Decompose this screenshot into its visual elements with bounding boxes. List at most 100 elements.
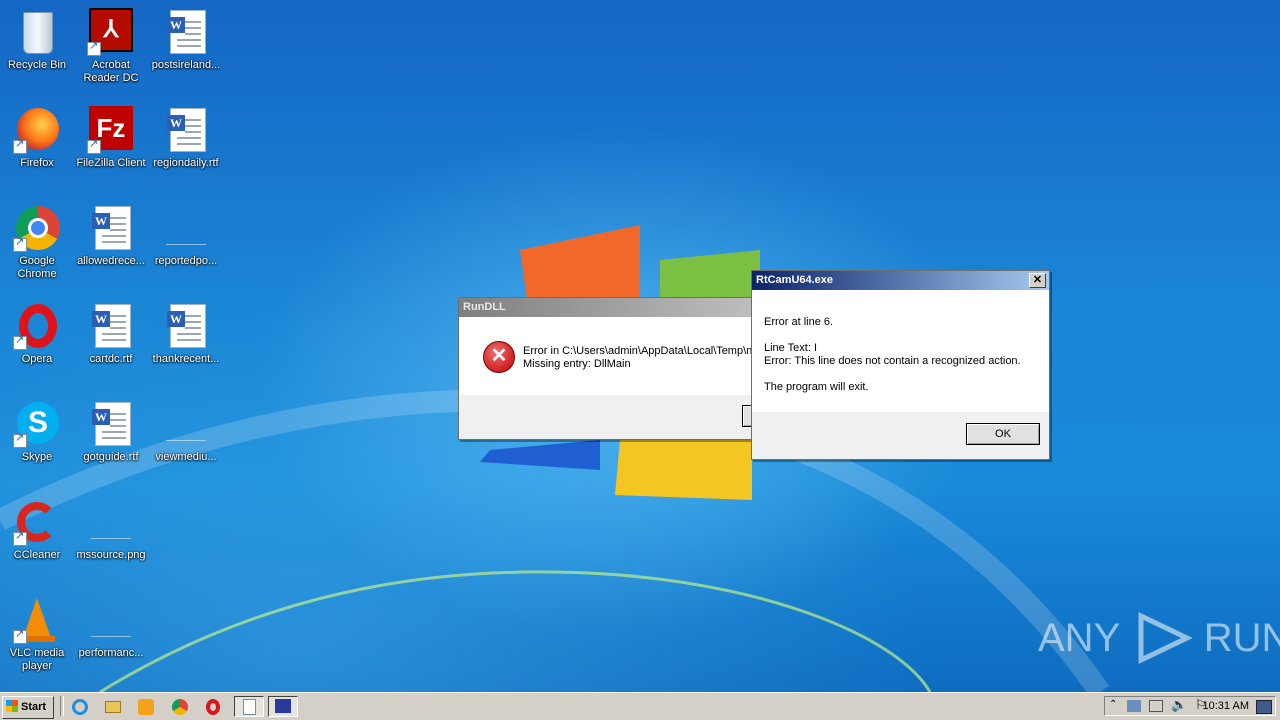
volume-icon[interactable]: 🔈 (1171, 697, 1187, 713)
desktop-icon-cartdc[interactable]: W cartdc.rtf (74, 298, 148, 388)
word-document-icon: W (87, 400, 135, 448)
play-logo-icon (1138, 612, 1193, 664)
desktop-icon-label: FileZilla Client (76, 157, 146, 169)
desktop-icon-label: reportedpo... (154, 255, 218, 267)
desktop-icon-acrobat[interactable]: ⅄ Acrobat Reader DC (74, 4, 148, 94)
desktop-icon-firefox[interactable]: Firefox (0, 102, 74, 192)
blank-file-icon (162, 204, 210, 252)
ccleaner-icon (13, 498, 61, 546)
desktop-icon-regiondaily[interactable]: W regiondaily.rtf (149, 102, 223, 192)
taskbar-separator (60, 696, 64, 716)
rundll-body: ✕ Error in C:\Users\admin\AppData\Local\… (459, 317, 759, 395)
watermark-left-text: ANY (1038, 616, 1120, 660)
desktop-icon-skype[interactable]: S Skype (0, 396, 74, 486)
rundll-footer (459, 395, 818, 437)
desktop-icon-postsireland[interactable]: W postsireland... (149, 4, 223, 94)
word-document-icon: W (162, 8, 210, 56)
desktop-icon-label: mssource.png (76, 549, 146, 561)
skype-icon: S (13, 400, 61, 448)
desktop-icon-label: viewmediu... (155, 451, 217, 463)
vlc-cone-icon (13, 596, 61, 644)
rundll-error-path: Error in C:\Users\admin\AppData\Local\Te… (523, 345, 755, 357)
blank-file-icon (87, 498, 135, 546)
desktop-icon-label: Firefox (20, 157, 54, 169)
desktop-icon-gotguide[interactable]: W gotguide.rtf (74, 396, 148, 486)
network-icon[interactable] (1127, 700, 1141, 712)
desktop-icon-allowedrece[interactable]: W allowedrece... (74, 200, 148, 290)
error-line-text: Line Text: I (764, 342, 817, 354)
desktop: Recycle Bin Firefox Google Chrome Opera … (0, 0, 1280, 692)
anyrun-watermark: ANY RUN (1038, 610, 1280, 666)
rtcam-dialog[interactable]: RtCamU64.exe ✕ Error at line 6. Line Tex… (751, 270, 1050, 460)
desktop-icon-chrome[interactable]: Google Chrome (0, 200, 74, 290)
blank-file-icon (162, 400, 210, 448)
rundll-dialog[interactable]: RunDLL ✕ Error in C:\Users\admin\AppData… (458, 297, 818, 440)
recycle-bin-icon (13, 8, 61, 56)
desktop-icon-reportedpo[interactable]: reportedpo... (149, 200, 223, 290)
desktop-icon-label: Recycle Bin (7, 59, 67, 71)
desktop-icon-label: postsireland... (151, 59, 221, 71)
start-label: Start (21, 701, 47, 713)
system-tray: ⌃ 🔈 ⚐ 10:31 AM (1104, 696, 1276, 716)
shortcut-arrow-icon (13, 432, 27, 448)
error-message: Error: This line does not contain a reco… (764, 355, 1021, 367)
filezilla-icon: Fz (87, 106, 135, 154)
file-explorer-icon[interactable] (103, 697, 123, 717)
desktop-icon-label: regiondaily.rtf (153, 157, 219, 169)
shortcut-arrow-icon (87, 40, 101, 56)
desktop-icon-label: Skype (21, 451, 53, 463)
chrome-icon (13, 204, 61, 252)
desktop-icon-label: Acrobat Reader DC (83, 59, 139, 84)
desktop-icon-mssource[interactable]: mssource.png (74, 494, 148, 584)
desktop-icon-thankrecent[interactable]: W thankrecent... (149, 298, 223, 388)
taskbar: Start ⌃ 🔈 ⚐ 10:31 AM (0, 692, 1280, 720)
opera-icon (13, 302, 61, 350)
word-document-icon: W (162, 106, 210, 154)
desktop-icon-label: Opera (21, 353, 53, 365)
desktop-icon-ccleaner[interactable]: CCleaner (0, 494, 74, 584)
desktop-icon-label: VLC media player (9, 647, 65, 672)
action-center-icon[interactable] (1149, 700, 1163, 712)
acrobat-icon: ⅄ (87, 8, 135, 56)
desktop-icon-label: gotguide.rtf (83, 451, 139, 463)
windows-logo-icon (6, 700, 18, 712)
rtcam-titlebar[interactable]: RtCamU64.exe ✕ (752, 271, 1049, 290)
start-button[interactable]: Start (2, 696, 54, 719)
desktop-icon-label: performanc... (78, 647, 144, 659)
close-button[interactable]: ✕ (1029, 273, 1046, 288)
shortcut-arrow-icon (13, 334, 27, 350)
desktop-icon-recycle-bin[interactable]: Recycle Bin (0, 4, 74, 94)
clock[interactable]: 10:31 AM (1203, 697, 1249, 715)
desktop-icon-label: thankrecent... (152, 353, 220, 365)
watermark-right-text: RUN (1203, 616, 1280, 660)
taskbar-window-rtcam[interactable] (268, 696, 298, 717)
media-player-icon[interactable] (136, 697, 156, 717)
rtcam-body: Error at line 6. Line Text: I Error: Thi… (752, 290, 1049, 412)
desktop-icon-performance[interactable]: performanc... (74, 592, 148, 682)
desktop-icon-vlc[interactable]: VLC media player (0, 592, 74, 682)
desktop-icon-viewmediu[interactable]: viewmediu... (149, 396, 223, 486)
shortcut-arrow-icon (13, 530, 27, 546)
rtcam-footer: OK (752, 412, 1049, 457)
ok-button[interactable]: OK (966, 423, 1040, 445)
error-icon: ✕ (483, 341, 515, 373)
show-hidden-icons-icon[interactable]: ⌃ (1109, 699, 1117, 710)
internet-explorer-icon[interactable] (70, 697, 90, 717)
taskbar-window-rundll[interactable] (234, 696, 264, 717)
desktop-icon-filezilla[interactable]: Fz FileZilla Client (74, 102, 148, 192)
blank-file-icon (87, 596, 135, 644)
shortcut-arrow-icon (13, 138, 27, 154)
show-desktop-icon[interactable] (1256, 700, 1272, 714)
desktop-icon-label: allowedrece... (77, 255, 145, 267)
rundll-titlebar[interactable]: RunDLL (459, 298, 759, 317)
dialog-title: RunDLL (463, 301, 506, 313)
firefox-icon (13, 106, 61, 154)
exit-message: The program will exit. (764, 381, 869, 393)
word-document-icon: W (162, 302, 210, 350)
desktop-icon-label: cartdc.rtf (89, 353, 133, 365)
opera-taskbar-icon[interactable] (203, 697, 223, 717)
error-line-number: Error at line 6. (764, 316, 834, 328)
desktop-icon-opera[interactable]: Opera (0, 298, 74, 388)
word-document-icon: W (87, 204, 135, 252)
chrome-taskbar-icon[interactable] (170, 697, 190, 717)
